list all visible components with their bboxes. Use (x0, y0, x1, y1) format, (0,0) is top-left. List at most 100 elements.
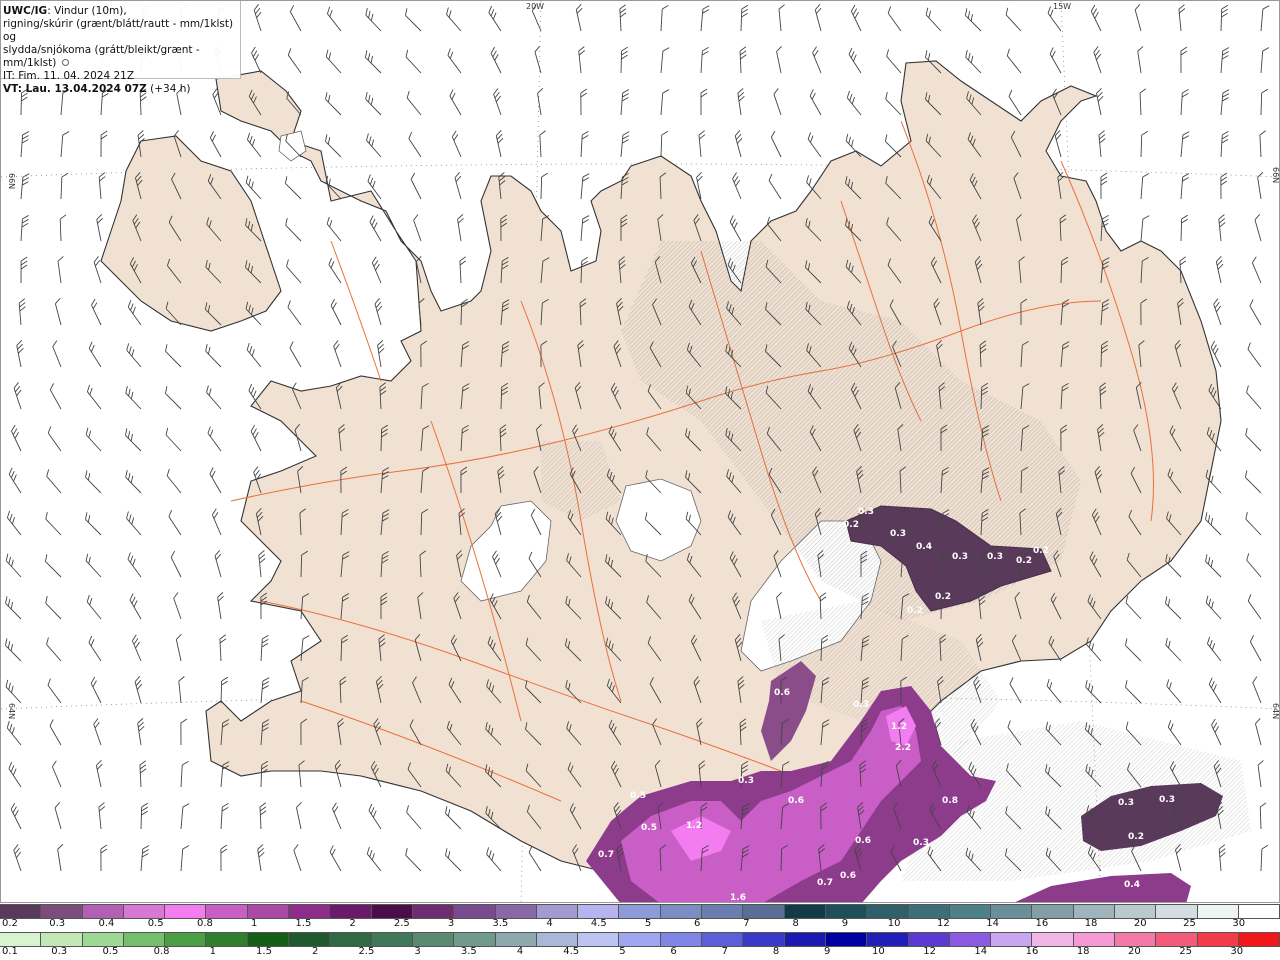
precip-value-label: 0.2 (907, 606, 923, 616)
legend-swatch (82, 933, 124, 946)
valid-time: VT: Lau. 13.04.2024 07Z (+34 h) (3, 83, 191, 95)
wind-barb (809, 89, 822, 116)
wind-barb (329, 845, 342, 872)
legend-swatch (412, 933, 455, 946)
wind-barb (776, 46, 782, 74)
wind-barb (1251, 256, 1262, 284)
wind-barb (1213, 298, 1222, 326)
wind-barb (1205, 512, 1222, 536)
lat-label-64n-left: 64N (7, 703, 16, 719)
wind-barb (1220, 4, 1229, 32)
wind-barb (1180, 214, 1188, 242)
wind-barb (410, 172, 422, 200)
wind-barb (258, 550, 266, 578)
precip-value-label: 0.3 (913, 838, 929, 848)
legend-swatch (825, 905, 868, 918)
wind-barb (170, 550, 182, 578)
legend-label: 4.5 (563, 946, 580, 957)
wind-barb (51, 760, 62, 788)
precip-value-label: 0.4 (916, 542, 932, 552)
precip-value-label: 0.3 (1118, 798, 1134, 808)
legend-label: 4 (516, 946, 524, 957)
wind-barb (20, 131, 30, 158)
legend-label: 5 (644, 918, 652, 929)
legend-swatch (1032, 933, 1074, 946)
wind-barb (700, 88, 708, 116)
wind-barb (1096, 88, 1104, 116)
wind-barb (180, 718, 188, 746)
legend-label: 25 (1179, 946, 1192, 957)
wind-barb (1260, 88, 1269, 116)
precip-value-label: 0.6 (840, 871, 856, 881)
legend-swatch (949, 933, 992, 946)
wind-barb (168, 509, 182, 536)
wind-barb (1259, 130, 1266, 158)
wind-barb (1180, 131, 1190, 158)
wind-barb (166, 468, 182, 494)
wind-barb (5, 638, 22, 662)
legend-label: 18 (1084, 918, 1098, 929)
wind-barb (325, 134, 342, 158)
wind-barb (408, 131, 422, 158)
wind-barb (173, 592, 182, 620)
wind-barb (812, 46, 822, 74)
wind-barb (405, 49, 422, 74)
lon-label-20w: 20W (526, 2, 544, 11)
wind-barb (737, 88, 745, 116)
wind-barb (406, 805, 422, 830)
wind-barb (296, 802, 302, 830)
wind-barb (578, 46, 586, 74)
wind-barb (250, 424, 262, 452)
legend-swatch (289, 905, 331, 918)
wind-barb (54, 298, 62, 326)
wind-barb (207, 426, 222, 452)
snow-description: slydda/snjókoma (grátt/bleikt/grænt - mm… (3, 44, 200, 69)
wind-barb (1134, 4, 1142, 32)
legend-swatch (743, 933, 785, 946)
wind-barb (580, 130, 589, 158)
wind-barb (85, 553, 102, 578)
wind-barb (46, 469, 62, 494)
wind-barb (365, 7, 382, 32)
precip-value-label: 0.6 (855, 836, 871, 846)
legend-label: 8 (772, 946, 780, 957)
legend-label: 0.3 (51, 946, 68, 957)
wind-barb (98, 802, 106, 830)
legend-swatch (454, 905, 496, 918)
wind-barb (1054, 130, 1062, 158)
legend-label: 3 (414, 946, 421, 957)
wind-barb (46, 637, 62, 662)
legend-label: 3.5 (460, 946, 477, 957)
wind-barb (580, 88, 588, 116)
wind-barb (100, 130, 108, 158)
wind-barb (1252, 676, 1262, 704)
wind-barb (49, 719, 62, 746)
wind-barb (1245, 428, 1262, 452)
wind-barb (205, 344, 222, 368)
wind-barb (8, 761, 22, 788)
wind-barb (18, 298, 26, 326)
legend-label: 0.5 (102, 946, 119, 957)
legend-label: 10 (887, 918, 901, 929)
legend-swatch (330, 933, 372, 946)
wind-barb (326, 216, 342, 242)
wind-barb (1046, 678, 1062, 704)
wind-barb (260, 677, 270, 704)
wind-barb (49, 383, 62, 410)
wind-barb (5, 596, 22, 620)
wind-barb (332, 802, 342, 830)
legend-label: 2.5 (358, 946, 375, 957)
wind-barb (446, 7, 462, 32)
legend-label: 2 (349, 918, 356, 929)
wind-barb (325, 49, 342, 74)
wind-barb (1005, 7, 1022, 32)
wind-barb (734, 130, 743, 158)
wind-barb (11, 424, 22, 452)
legend-swatch (536, 933, 579, 946)
legend-swatch (660, 905, 703, 918)
forecast-info-box: UWC/IG: Vindur (10m), rigning/skúrir (gr… (1, 1, 241, 95)
wind-barb (1008, 89, 1022, 116)
wind-barb (45, 511, 62, 536)
wind-barb (8, 467, 22, 494)
legend-swatch (454, 933, 496, 946)
